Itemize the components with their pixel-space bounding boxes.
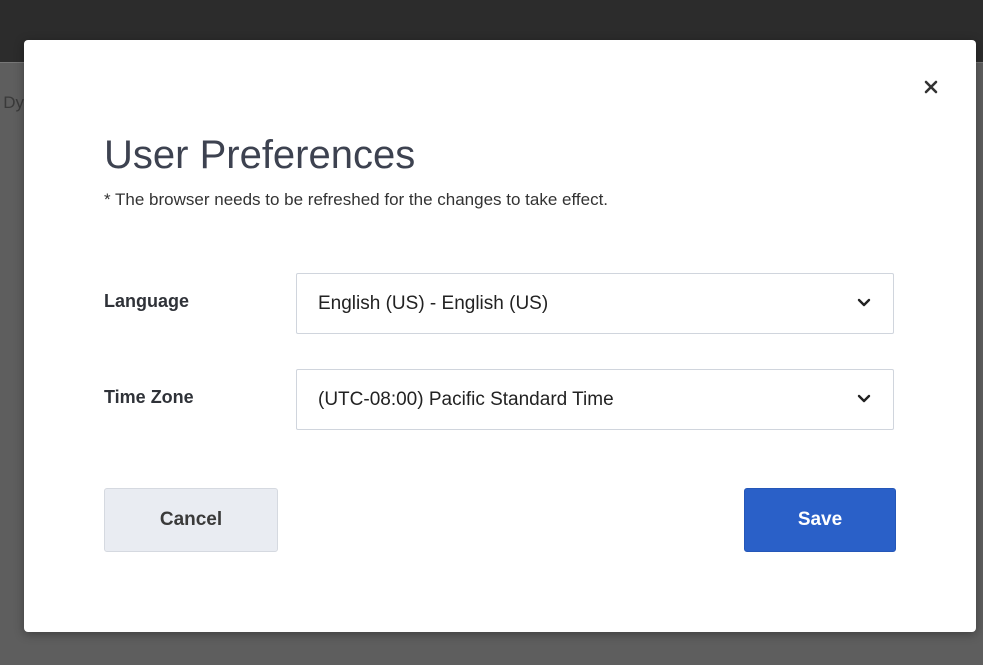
language-select-value: English (US) - English (US) (318, 293, 549, 314)
cancel-button[interactable]: Cancel (104, 488, 278, 552)
save-button[interactable]: Save (744, 488, 896, 552)
user-preferences-dialog: User Preferences * The browser needs to … (24, 40, 976, 632)
time-zone-select-value: (UTC-08:00) Pacific Standard Time (318, 389, 614, 410)
close-icon (924, 80, 938, 94)
chevron-down-icon (857, 298, 871, 307)
dialog-subtitle: * The browser needs to be refreshed for … (104, 190, 609, 209)
language-select[interactable]: English (US) - English (US) (296, 273, 894, 334)
time-zone-label: Time Zone (104, 387, 194, 407)
time-zone-select[interactable]: (UTC-08:00) Pacific Standard Time (296, 369, 894, 430)
close-button[interactable] (917, 73, 945, 101)
dialog-title: User Preferences (104, 133, 416, 177)
language-label: Language (104, 291, 190, 311)
chevron-down-icon (857, 394, 871, 403)
background-text: Dy (3, 93, 24, 112)
